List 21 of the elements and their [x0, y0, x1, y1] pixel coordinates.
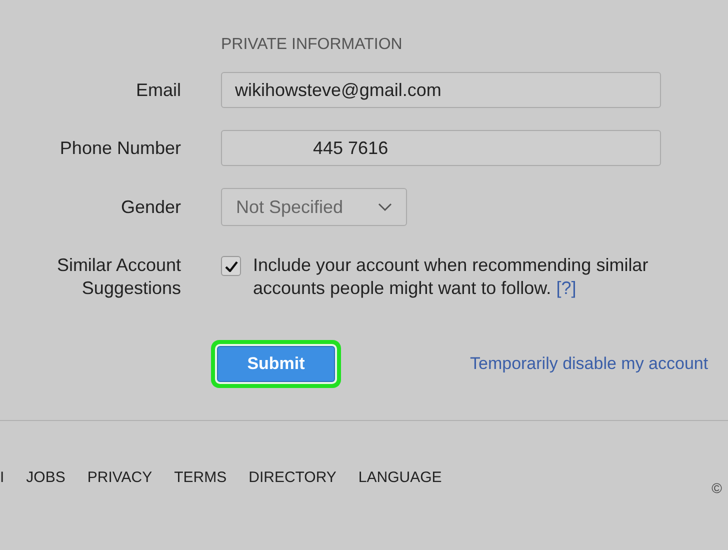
field-label: Gender: [120, 196, 181, 218]
gender-dropdown[interactable]: Not Specified: [221, 188, 407, 226]
input-field[interactable]: 445 7616: [221, 130, 661, 166]
chevron-down-icon: [378, 202, 392, 212]
footer-link[interactable]: I: [0, 469, 4, 486]
field-label: Email: [134, 78, 181, 102]
checkmark-icon: [224, 260, 238, 272]
footer-link[interactable]: TERMS: [174, 469, 227, 486]
footer-link[interactable]: JOBS: [26, 469, 66, 486]
help-link[interactable]: [?]: [556, 278, 576, 298]
field-label: Similar Account Suggestions: [56, 254, 181, 300]
field-label: Phone Number: [58, 136, 181, 160]
footer-link[interactable]: LANGUAGE: [358, 469, 442, 486]
checkbox[interactable]: [221, 256, 241, 276]
copyright-text: ©: [712, 480, 722, 496]
disable-account-link[interactable]: Temporarily disable my account: [470, 354, 708, 374]
footer-link[interactable]: DIRECTORY: [248, 469, 336, 486]
input-field[interactable]: wikihowsteve@gmail.com: [221, 72, 661, 108]
suggestion-text: Include your account when recommending similar accounts people might want to follow. [?]: [253, 254, 650, 300]
footer-link[interactable]: PRIVACY: [87, 469, 152, 486]
section-heading: PRIVATE INFORMATION: [221, 36, 404, 55]
